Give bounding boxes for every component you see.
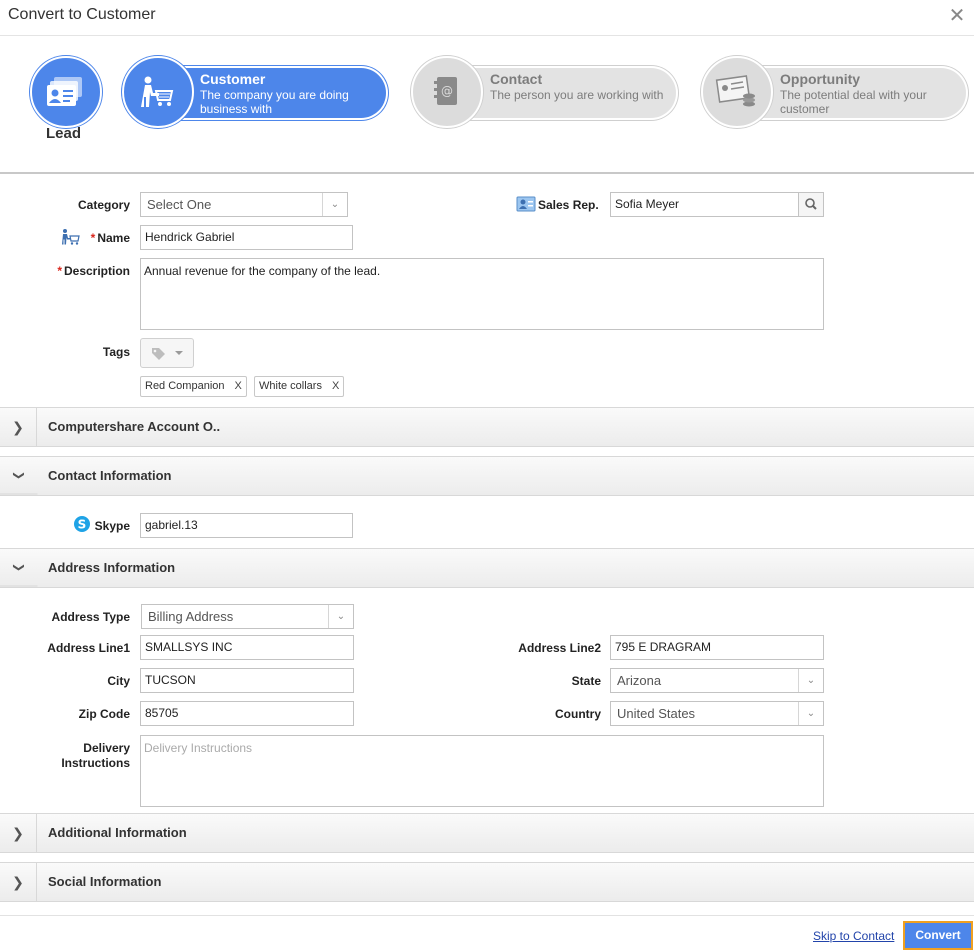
opportunity-step[interactable] xyxy=(701,56,773,128)
remove-tag-icon[interactable]: X xyxy=(235,380,242,392)
category-label: Category xyxy=(77,198,130,212)
section-title: Address Information xyxy=(48,560,176,575)
address-line1-label: Address Line1 xyxy=(47,641,130,655)
dialog-title: Convert to Customer xyxy=(8,6,156,23)
name-label: * Name xyxy=(90,231,130,245)
country-label: Country xyxy=(555,707,601,721)
opportunity-step-desc: The potential deal with your customer xyxy=(780,88,927,116)
state-value: Arizona xyxy=(617,673,662,688)
chevron-down-icon: ⌄ xyxy=(798,702,823,725)
skip-to-contact-link[interactable]: Skip to Contact xyxy=(813,929,894,943)
customer-step[interactable] xyxy=(122,56,194,128)
category-select[interactable]: Select One ⌄ xyxy=(140,192,348,217)
state-select[interactable]: Arizona ⌄ xyxy=(610,668,824,693)
tags-label: Tags xyxy=(102,345,130,359)
tag-chip: Red Companion X xyxy=(140,376,247,397)
footer-divider xyxy=(0,915,974,916)
lead-step-label: Lead xyxy=(46,125,82,142)
delivery-instructions-label: Delivery Instructions xyxy=(61,741,130,770)
customer-cart-icon xyxy=(141,76,174,107)
stepper-divider xyxy=(0,172,974,174)
skype-label: Skype xyxy=(94,519,130,533)
address-line2-input[interactable]: 795 E DRAGRAM xyxy=(610,635,824,660)
sales-rep-label: Sales Rep. xyxy=(538,198,599,212)
address-line1-input[interactable]: SMALLSYS INC xyxy=(140,635,354,660)
sales-rep-search-button[interactable] xyxy=(798,192,824,217)
tag-icon xyxy=(152,348,183,360)
tag-chip: White collars X xyxy=(254,376,345,397)
lead-step[interactable] xyxy=(30,56,102,128)
sales-rep-card-icon xyxy=(516,196,536,212)
close-icon[interactable]: ✕ xyxy=(947,5,967,27)
chevron-down-icon: ⌄ xyxy=(328,605,353,628)
name-input[interactable]: Hendrick Gabriel xyxy=(140,225,353,250)
skype-input[interactable]: gabriel.13 xyxy=(140,513,353,538)
convert-button[interactable]: Convert xyxy=(903,921,973,950)
section-title: Additional Information xyxy=(48,825,187,840)
section-title: Contact Information xyxy=(48,468,172,483)
chevron-down-icon[interactable]: ❯ xyxy=(0,549,38,587)
header-divider xyxy=(0,35,974,36)
deal-document-icon xyxy=(715,75,755,107)
delivery-instructions-textarea[interactable]: Delivery Instructions xyxy=(140,735,824,807)
opportunity-step-title: Opportunity xyxy=(780,71,861,87)
chevron-down-icon: ⌄ xyxy=(798,669,823,692)
chevron-right-icon[interactable]: ❯ xyxy=(0,814,37,852)
lead-card-icon xyxy=(47,77,82,106)
svg-text:@: @ xyxy=(441,84,453,98)
city-label: City xyxy=(107,674,130,688)
address-type-value: Billing Address xyxy=(148,609,234,624)
country-select[interactable]: United States ⌄ xyxy=(610,701,824,726)
section-computershare[interactable]: ❯ Computershare Account O.. xyxy=(0,407,974,447)
svg-text:S: S xyxy=(78,518,87,532)
chevron-down-icon: ⌄ xyxy=(322,193,347,216)
address-type-select[interactable]: Billing Address ⌄ xyxy=(141,604,354,629)
customer-step-desc: The company you are doing business with xyxy=(200,88,349,116)
sales-rep-input[interactable]: Sofia Meyer xyxy=(610,192,800,217)
country-value: United States xyxy=(617,706,696,721)
description-textarea[interactable]: Annual revenue for the company of the le… xyxy=(140,258,824,330)
address-type-label: Address Type xyxy=(51,610,130,624)
section-contact-information[interactable]: ❯ Contact Information xyxy=(0,456,974,496)
chevron-right-icon[interactable]: ❯ xyxy=(0,408,37,446)
customer-cart-icon xyxy=(62,229,80,245)
section-additional-information[interactable]: ❯ Additional Information xyxy=(0,813,974,853)
contact-step[interactable]: @ xyxy=(411,56,483,128)
section-social-information[interactable]: ❯ Social Information xyxy=(0,862,974,902)
section-title: Social Information xyxy=(48,874,162,889)
search-icon xyxy=(805,198,817,210)
contact-step-title: Contact xyxy=(490,71,543,87)
section-address-information[interactable]: ❯ Address Information xyxy=(0,548,974,588)
remove-tag-icon[interactable]: X xyxy=(332,380,339,392)
tags-dropdown-button[interactable] xyxy=(140,338,194,368)
state-label: State xyxy=(571,674,601,688)
category-value: Select One xyxy=(147,197,212,212)
skype-icon: S xyxy=(74,516,90,532)
chevron-right-icon[interactable]: ❯ xyxy=(0,863,37,901)
chevron-down-icon[interactable]: ❯ xyxy=(0,457,38,495)
address-book-icon: @ xyxy=(434,77,457,105)
description-label: * Description xyxy=(57,264,130,278)
customer-step-title: Customer xyxy=(200,71,266,87)
section-title: Computershare Account O.. xyxy=(48,419,221,434)
contact-step-desc: The person you are working with xyxy=(490,88,664,102)
zip-code-label: Zip Code xyxy=(78,707,130,721)
zip-code-input[interactable]: 85705 xyxy=(140,701,354,726)
city-input[interactable]: TUCSON xyxy=(140,668,354,693)
address-line2-label: Address Line2 xyxy=(518,641,601,655)
